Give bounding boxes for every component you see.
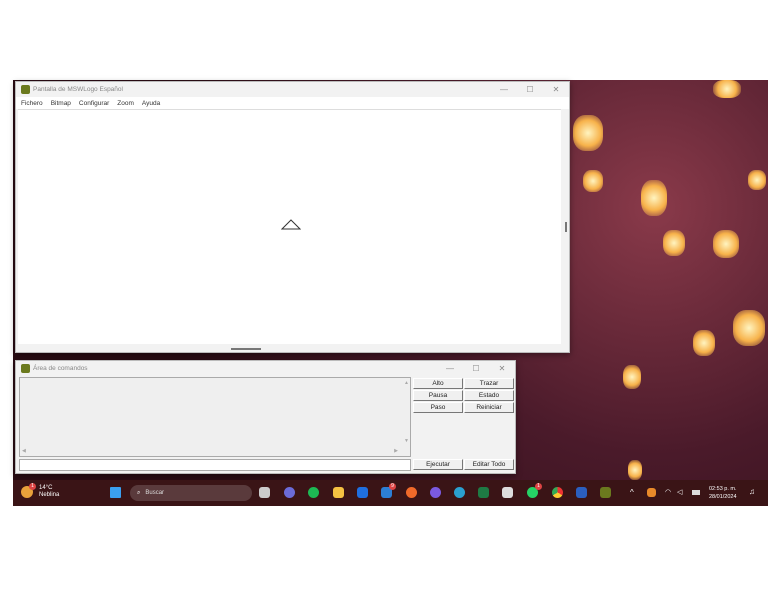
clock[interactable]: 02:53 p. m. 28/01/2024 (709, 485, 737, 501)
date: 28/01/2024 (709, 494, 737, 500)
weather-widget[interactable]: 1 14°C Neblina (21, 483, 60, 499)
estado-button[interactable]: Estado (464, 390, 514, 401)
weather-desc: Neblina (39, 492, 60, 498)
taskbar: 1 14°C Neblina ⌕ Buscar 9 1 ^ ◠ ◁ 02:53 p… (13, 480, 768, 506)
start-icon[interactable] (110, 487, 121, 498)
ejecutar-button[interactable]: Ejecutar (413, 459, 463, 470)
command-area-window: Área de comandos — ☐ ✕ ▲ ▼ ◀ ▶ Alto Traz… (15, 360, 516, 474)
pausa-button[interactable]: Pausa (413, 390, 463, 401)
drawing-canvas[interactable] (18, 109, 561, 344)
file-explorer-icon[interactable] (333, 487, 344, 498)
scroll-left-arrow[interactable]: ◀ (22, 448, 26, 454)
minimize-button[interactable]: — (491, 85, 517, 94)
mail-badge: 9 (389, 483, 396, 490)
chevron-up-icon[interactable]: ^ (630, 488, 634, 497)
copilot-icon[interactable] (430, 487, 441, 498)
menu-configurar[interactable]: Configurar (79, 100, 109, 107)
time: 02:53 p. m. (709, 486, 737, 492)
menu-bitmap[interactable]: Bitmap (51, 100, 71, 107)
meet-icon[interactable] (284, 487, 295, 498)
menu-bar: Fichero Bitmap Configurar Zoom Ayuda (16, 97, 569, 109)
volume-icon[interactable]: ◁ (677, 488, 682, 496)
command-history[interactable]: ▲ ▼ ◀ ▶ (19, 377, 411, 457)
task-view-icon[interactable] (259, 487, 270, 498)
menu-ayuda[interactable]: Ayuda (142, 100, 160, 107)
mswlogo-icon (21, 364, 30, 373)
app-icon[interactable] (502, 487, 513, 498)
excel-icon[interactable] (478, 487, 489, 498)
menu-zoom[interactable]: Zoom (117, 100, 134, 107)
resize-handle[interactable] (231, 348, 261, 350)
weather-temp: 14°C (39, 485, 53, 491)
menu-fichero[interactable]: Fichero (21, 100, 43, 107)
vertical-resize-handle[interactable] (565, 222, 567, 232)
reiniciar-button[interactable]: Reiniciar (464, 402, 514, 413)
chrome-icon[interactable] (552, 487, 563, 498)
search-box[interactable]: ⌕ Buscar (130, 485, 252, 501)
search-icon: ⌕ (137, 489, 141, 496)
turtle-icon (281, 219, 301, 230)
weather-icon: 1 (21, 483, 36, 498)
whatsapp-icon[interactable]: 1 (527, 483, 542, 498)
word-icon[interactable] (576, 487, 587, 498)
wifi-icon[interactable]: ◠ (665, 488, 671, 496)
mswlogo-icon (21, 85, 30, 94)
dropbox-icon[interactable] (357, 487, 368, 498)
search-placeholder: Buscar (145, 490, 165, 496)
trazar-button[interactable]: Trazar (464, 378, 514, 389)
paso-button[interactable]: Paso (413, 402, 463, 413)
command-input[interactable] (19, 459, 411, 471)
mail-icon[interactable]: 9 (381, 483, 396, 498)
weather-badge: 1 (29, 483, 36, 490)
scroll-down-arrow[interactable]: ▼ (404, 438, 409, 444)
scroll-up-arrow[interactable]: ▲ (404, 380, 409, 386)
scroll-right-arrow[interactable]: ▶ (394, 448, 398, 454)
editar-todo-button[interactable]: Editar Todo (464, 459, 514, 470)
mswlogo-screen-window: Pantalla de MSWLogo Español — ☐ ✕ Ficher… (15, 81, 570, 353)
edge-icon[interactable] (454, 487, 465, 498)
maximize-button[interactable]: ☐ (463, 364, 489, 373)
mswlogo-taskbar-icon[interactable] (600, 487, 611, 498)
close-button[interactable]: ✕ (543, 85, 569, 94)
notification-bell-icon[interactable]: ♫ (749, 487, 755, 496)
firefox-icon[interactable] (406, 487, 417, 498)
spotify-icon[interactable] (308, 487, 319, 498)
close-button[interactable]: ✕ (489, 364, 515, 373)
title-bar[interactable]: Área de comandos — ☐ ✕ (16, 361, 515, 376)
alto-button[interactable]: Alto (413, 378, 463, 389)
minimize-button[interactable]: — (437, 364, 463, 373)
tray-app-icon[interactable] (647, 488, 656, 497)
maximize-button[interactable]: ☐ (517, 85, 543, 94)
title-bar[interactable]: Pantalla de MSWLogo Español — ☐ ✕ (16, 82, 569, 97)
battery-icon[interactable] (692, 490, 700, 495)
window-title: Área de comandos (33, 365, 88, 372)
window-title: Pantalla de MSWLogo Español (33, 86, 123, 93)
whatsapp-badge: 1 (535, 483, 542, 490)
